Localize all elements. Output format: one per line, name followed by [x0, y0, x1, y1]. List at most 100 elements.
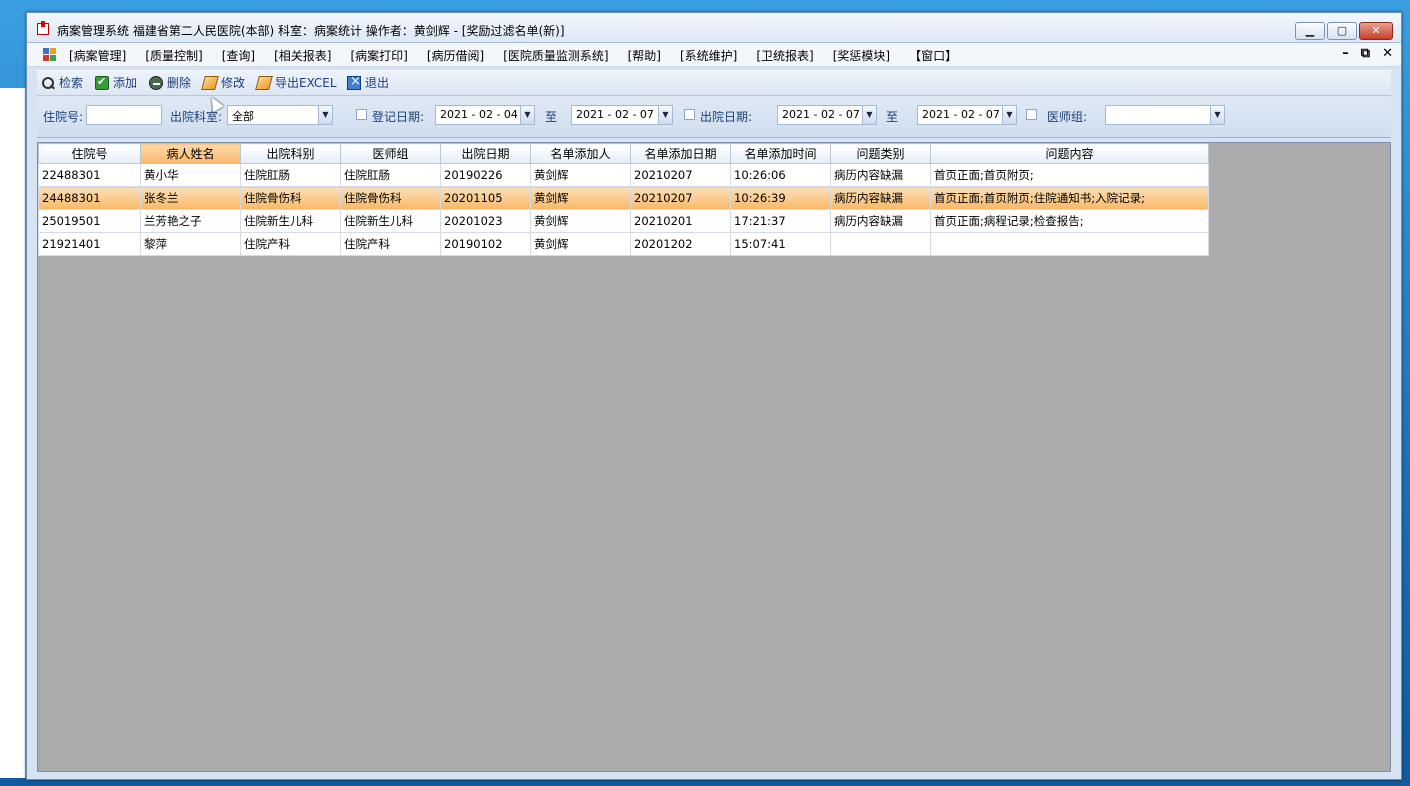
reg-date-from-picker[interactable]: 2021 - 02 - 04 ▼ — [435, 105, 535, 125]
table-cell[interactable]: 17:21:37 — [730, 209, 831, 233]
menu-item[interactable]: [质量控制] — [145, 47, 213, 64]
table-cell[interactable]: 住院产科 — [340, 232, 441, 256]
column-header[interactable]: 医师组 — [340, 143, 441, 164]
edit-button[interactable]: 修改 — [201, 74, 245, 91]
record-table: 住院号 病人姓名 出院科别 医师组 出院日期 名单添加人 名单添加日期 名单添加时间 问题类别问… — [38, 143, 1209, 256]
menu-item[interactable]: [医院质量监测系统] — [503, 47, 619, 64]
table-cell[interactable]: 10:26:06 — [730, 163, 831, 187]
table-cell[interactable]: 20201202 — [630, 232, 731, 256]
column-header[interactable]: 出院日期 — [440, 143, 531, 164]
table-cell[interactable]: 20210201 — [630, 209, 731, 233]
table-row[interactable]: 21921401 黎萍 住院产科 住院产科 20190102 黄剑辉 20201202 15:… — [38, 232, 1209, 256]
table-cell[interactable]: 首页正面;首页附页; — [930, 163, 1209, 187]
table-cell[interactable]: 15:07:41 — [730, 232, 831, 256]
table-cell[interactable]: 住院新生儿科 — [240, 209, 341, 233]
exit-button[interactable]: 退出 — [347, 74, 389, 91]
close-button[interactable]: ✕ — [1359, 22, 1393, 40]
check-icon — [95, 75, 109, 90]
column-header[interactable]: 名单添加人 — [530, 143, 631, 164]
table-cell[interactable]: 住院产科 — [240, 232, 341, 256]
discharge-date-checkbox[interactable] — [684, 109, 695, 120]
mdi-close-icon[interactable]: ✕ — [1382, 46, 1393, 61]
discharge-date-from-picker[interactable]: 2021 - 02 - 07 ▼ — [777, 105, 877, 125]
table-cell[interactable]: 首页正面;首页附页;住院通知书;入院记录; — [930, 186, 1209, 210]
table-cell[interactable]: 25019501 — [38, 209, 141, 233]
menu-item[interactable]: [病案管理] — [69, 47, 137, 64]
table-cell[interactable]: 住院骨伤科 — [340, 186, 441, 210]
menu-item[interactable]: [查询] — [222, 47, 266, 64]
maximize-button[interactable]: ▢ — [1327, 22, 1357, 40]
doctor-group-checkbox[interactable] — [1026, 109, 1037, 120]
table-cell[interactable]: 24488301 — [38, 186, 141, 210]
menu-item[interactable]: [病历借阅] — [427, 47, 495, 64]
menu-item[interactable]: [奖惩模块] — [833, 47, 901, 64]
table-cell[interactable]: 病历内容缺漏 — [830, 209, 931, 233]
table-cell[interactable]: 黎萍 — [140, 232, 241, 256]
mdi-restore-icon[interactable]: ⧉ — [1361, 46, 1370, 61]
table-row[interactable]: 22488301 黄小华 住院肛肠 住院肛肠 20190226 黄剑辉 20210207 10… — [38, 163, 1209, 187]
delete-button[interactable]: 删除 — [149, 74, 191, 91]
export-excel-button[interactable]: 导出EXCEL — [255, 74, 337, 91]
add-button[interactable]: 添加 — [95, 74, 137, 91]
inpatient-no-input[interactable] — [86, 105, 162, 125]
table-cell[interactable]: 住院骨伤科 — [240, 186, 341, 210]
doctor-group-select[interactable]: ▼ — [1105, 105, 1225, 125]
reg-date-to-picker[interactable]: 2021 - 02 - 07 ▼ — [571, 105, 673, 125]
chevron-down-icon[interactable]: ▼ — [1002, 106, 1016, 124]
table-cell[interactable]: 22488301 — [38, 163, 141, 187]
table-cell[interactable]: 21921401 — [38, 232, 141, 256]
column-header[interactable]: 住院号 — [38, 143, 141, 164]
table-cell[interactable] — [830, 232, 931, 256]
table-cell[interactable]: 20210207 — [630, 163, 731, 187]
chevron-down-icon[interactable]: ▼ — [862, 106, 876, 124]
background-window — [0, 88, 26, 778]
table-row[interactable]: 25019501 兰芳艳之子 住院新生儿科 住院新生儿科 20201023 黄剑辉 2021… — [38, 209, 1209, 233]
table-row[interactable]: 24488301 张冬兰 住院骨伤科 住院骨伤科 20201105 黄剑辉 20210207… — [38, 186, 1209, 210]
table-cell[interactable]: 住院肛肠 — [240, 163, 341, 187]
column-header[interactable]: 名单添加时间 — [730, 143, 831, 164]
chevron-down-icon[interactable]: ▼ — [1210, 106, 1224, 124]
column-header[interactable]: 问题类别 — [830, 143, 931, 164]
table-cell[interactable]: 黄剑辉 — [530, 163, 631, 187]
table-cell[interactable]: 黄剑辉 — [530, 186, 631, 210]
column-header[interactable]: 出院科别 — [240, 143, 341, 164]
column-header[interactable]: 病人姓名 — [140, 143, 241, 164]
table-cell[interactable]: 20190102 — [440, 232, 531, 256]
column-header[interactable]: 名单添加日期 — [630, 143, 731, 164]
chevron-down-icon[interactable]: ▼ — [318, 106, 332, 124]
mdi-minimize-icon[interactable]: – — [1342, 46, 1349, 61]
filter-panel: 住院号: 出院科室: 全部 ▼ 登记日期: 2021 - 02 - 04 ▼ 至 2… — [37, 96, 1391, 138]
table-cell[interactable] — [930, 232, 1209, 256]
table-cell[interactable]: 10:26:39 — [730, 186, 831, 210]
table-cell[interactable]: 黄小华 — [140, 163, 241, 187]
table-cell[interactable]: 20210207 — [630, 186, 731, 210]
table-cell[interactable]: 黄剑辉 — [530, 232, 631, 256]
table-cell[interactable]: 住院新生儿科 — [340, 209, 441, 233]
title-bar[interactable]: 病案管理系统 福建省第二人民医院(本部) 科室：病案统计 操作者：黄剑辉 - [… — [27, 13, 1401, 43]
menu-item[interactable]: [病案打印] — [351, 47, 419, 64]
menu-item[interactable]: [卫统报表] — [756, 47, 824, 64]
table-cell[interactable]: 病历内容缺漏 — [830, 186, 931, 210]
minimize-button[interactable]: ▁ — [1295, 22, 1325, 40]
table-cell[interactable]: 住院肛肠 — [340, 163, 441, 187]
menu-item[interactable]: 【窗口】 — [909, 47, 968, 64]
column-header[interactable]: 问题内容 — [930, 143, 1209, 164]
table-cell[interactable]: 20190226 — [440, 163, 531, 187]
inpatient-no-label: 住院号: — [43, 110, 84, 124]
menu-item[interactable]: [帮助] — [628, 47, 672, 64]
table-cell[interactable]: 首页正面;病程记录;检查报告; — [930, 209, 1209, 233]
discharge-date-to-picker[interactable]: 2021 - 02 - 07 ▼ — [917, 105, 1017, 125]
table-cell[interactable]: 20201105 — [440, 186, 531, 210]
discharge-dept-select[interactable]: 全部 ▼ — [227, 105, 333, 125]
table-cell[interactable]: 黄剑辉 — [530, 209, 631, 233]
chevron-down-icon[interactable]: ▼ — [520, 106, 534, 124]
table-cell[interactable]: 兰芳艳之子 — [140, 209, 241, 233]
search-button[interactable]: 检索 — [41, 74, 83, 91]
chevron-down-icon[interactable]: ▼ — [658, 106, 672, 124]
table-cell[interactable]: 病历内容缺漏 — [830, 163, 931, 187]
menu-item[interactable]: [相关报表] — [274, 47, 342, 64]
table-cell[interactable]: 张冬兰 — [140, 186, 241, 210]
menu-item[interactable]: [系统维护] — [680, 47, 748, 64]
reg-date-checkbox[interactable] — [356, 109, 367, 120]
table-cell[interactable]: 20201023 — [440, 209, 531, 233]
